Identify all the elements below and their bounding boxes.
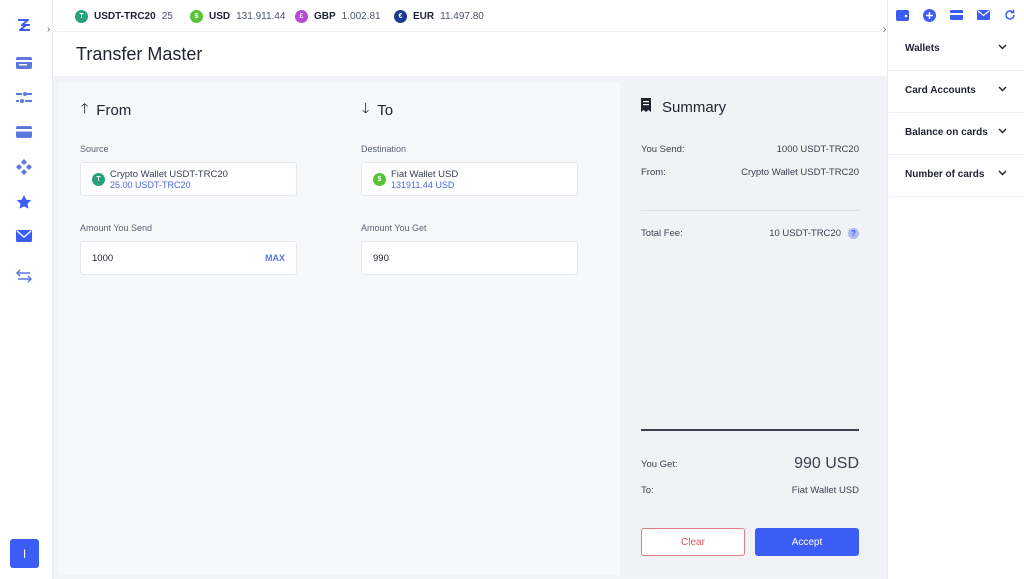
summary-get-value: 990 USD	[794, 455, 859, 472]
add-icon[interactable]	[922, 8, 936, 22]
summary-to-value: Fiat Wallet USD	[791, 485, 859, 496]
receipt-icon	[641, 98, 651, 116]
transfer-form	[58, 82, 620, 575]
ticker-usdt: T USDT-TRC20 25	[75, 8, 173, 24]
right-panel: Wallets Card Accounts Balance on cards N…	[887, 0, 1024, 579]
to-heading-label: To	[377, 101, 394, 119]
arrow-down-icon: 🡓	[362, 100, 370, 116]
to-heading: 🡓 To	[362, 98, 393, 122]
ticker-symbol: EUR	[413, 10, 435, 22]
summary-from-label: From:	[641, 167, 666, 178]
summary-from-row: From: Crypto Wallet USDT-TRC20	[641, 167, 859, 178]
accordion-balance-on-cards[interactable]: Balance on cards	[888, 113, 1024, 155]
accept-button[interactable]: Accept	[755, 528, 859, 556]
quick-actions	[888, 0, 1024, 32]
destination-wallet-balance: 131911.44 USD	[391, 180, 455, 190]
ticker-symbol: GBP	[314, 10, 336, 22]
star-icon[interactable]	[14, 192, 34, 212]
expand-sidebar-chevron-icon[interactable]: ›	[47, 24, 50, 35]
summary-fee-label: Total Fee:	[641, 228, 683, 239]
amount-send-label: Amount You Send	[80, 223, 153, 233]
ticker-value: 131.911.44	[236, 10, 286, 22]
summary-get-row: You Get: 990 USD	[641, 455, 859, 473]
chevron-down-icon	[998, 126, 1007, 137]
summary-get-label: You Get:	[641, 458, 678, 470]
tether-coin-icon: T	[75, 9, 88, 23]
dollar-coin-icon: $	[373, 173, 386, 186]
summary-from-value: Crypto Wallet USDT-TRC20	[741, 167, 859, 178]
summary-fee-value-wrap: 10 USDT-TRC20 ?	[769, 228, 859, 239]
amount-get-value: 990	[373, 253, 389, 264]
balance-ticker-bar: T USDT-TRC20 25 $ USD 131.911.44 £ GBP 1…	[53, 0, 887, 32]
summary-heading-label: Summary	[662, 98, 727, 116]
wallet-icon[interactable]	[895, 8, 909, 22]
mail-icon[interactable]	[976, 8, 990, 22]
accordion-card-accounts[interactable]: Card Accounts	[888, 71, 1024, 113]
clear-button[interactable]: Clear	[641, 528, 745, 556]
summary-to-label: To:	[641, 485, 654, 496]
summary-total-divider	[641, 429, 859, 431]
help-icon[interactable]: ?	[848, 228, 859, 239]
pound-coin-icon: £	[295, 9, 308, 23]
arrow-up-icon: 🡑	[81, 100, 89, 116]
dollar-coin-icon: $	[190, 9, 203, 23]
chevron-down-icon	[998, 84, 1007, 95]
chevron-down-icon	[998, 168, 1007, 179]
ticker-eur: € EUR 11.497.80	[394, 8, 484, 24]
accordion-title: Card Accounts	[905, 85, 976, 96]
summary-fee-value: 10 USDT-TRC20	[769, 228, 841, 239]
destination-select[interactable]: $ Fiat Wallet USD 131911.44 USD	[361, 162, 578, 196]
card-icon[interactable]	[14, 122, 34, 142]
summary-send-value: 1000 USDT-TRC20	[776, 144, 859, 155]
accordion-wallets[interactable]: Wallets	[888, 29, 1024, 71]
from-heading: 🡑 From	[81, 98, 131, 122]
ticker-gbp: £ GBP 1.002.81	[295, 8, 381, 24]
ticker-symbol: USDT-TRC20	[94, 10, 156, 22]
source-wallet-name: Crypto Wallet USDT-TRC20	[110, 169, 228, 180]
euro-coin-icon: €	[394, 9, 407, 23]
logo-icon[interactable]	[14, 15, 34, 35]
sliders-icon[interactable]	[14, 88, 34, 108]
destination-wallet-name: Fiat Wallet USD	[391, 169, 459, 180]
max-button[interactable]: MAX	[265, 253, 285, 263]
page-title: Transfer Master	[76, 44, 203, 64]
amount-send-input[interactable]: 1000 MAX	[80, 241, 297, 275]
destination-label: Destination	[361, 144, 407, 154]
summary-panel	[620, 82, 883, 575]
amount-get-input[interactable]: 990	[361, 241, 578, 275]
summary-heading: Summary	[641, 98, 726, 116]
summary-to-row: To: Fiat Wallet USD	[641, 485, 859, 496]
collapse-panel-chevron-icon[interactable]: ›	[883, 24, 886, 35]
amount-send-value: 1000	[92, 253, 114, 264]
accordion-title: Balance on cards	[905, 127, 988, 138]
accordion-title: Number of cards	[905, 169, 985, 180]
source-select[interactable]: T Crypto Wallet USDT-TRC20 25.00 USDT-TR…	[80, 162, 297, 196]
ticker-value: 11.497.80	[440, 10, 484, 22]
summary-send-row: You Send: 1000 USDT-TRC20	[641, 144, 859, 155]
ticker-value: 25	[161, 10, 173, 22]
user-avatar[interactable]: I	[10, 539, 39, 568]
summary-divider	[641, 210, 859, 211]
accordion-title: Wallets	[905, 43, 940, 54]
from-heading-label: From	[96, 101, 132, 119]
tether-coin-icon: T	[92, 173, 105, 186]
source-label: Source	[80, 144, 109, 154]
mail-icon[interactable]	[14, 226, 34, 246]
card-icon[interactable]	[949, 8, 963, 22]
accordion-number-of-cards[interactable]: Number of cards	[888, 155, 1024, 197]
ticker-symbol: USD	[209, 10, 231, 22]
left-sidebar: I	[0, 0, 53, 579]
refresh-icon[interactable]	[1003, 8, 1017, 22]
source-wallet-balance: 25.00 USDT-TRC20	[110, 180, 191, 190]
summary-fee-row: Total Fee: 10 USDT-TRC20 ?	[641, 228, 859, 239]
wallet-icon[interactable]	[14, 53, 34, 73]
title-bar: Transfer Master	[53, 32, 887, 76]
amount-get-label: Amount You Get	[361, 223, 427, 233]
transfer-icon[interactable]	[14, 266, 34, 286]
crypto-icon[interactable]	[14, 157, 34, 177]
ticker-usd: $ USD 131.911.44	[190, 8, 285, 24]
ticker-value: 1.002.81	[341, 10, 381, 22]
summary-send-label: You Send:	[641, 144, 685, 155]
chevron-down-icon	[998, 42, 1007, 53]
